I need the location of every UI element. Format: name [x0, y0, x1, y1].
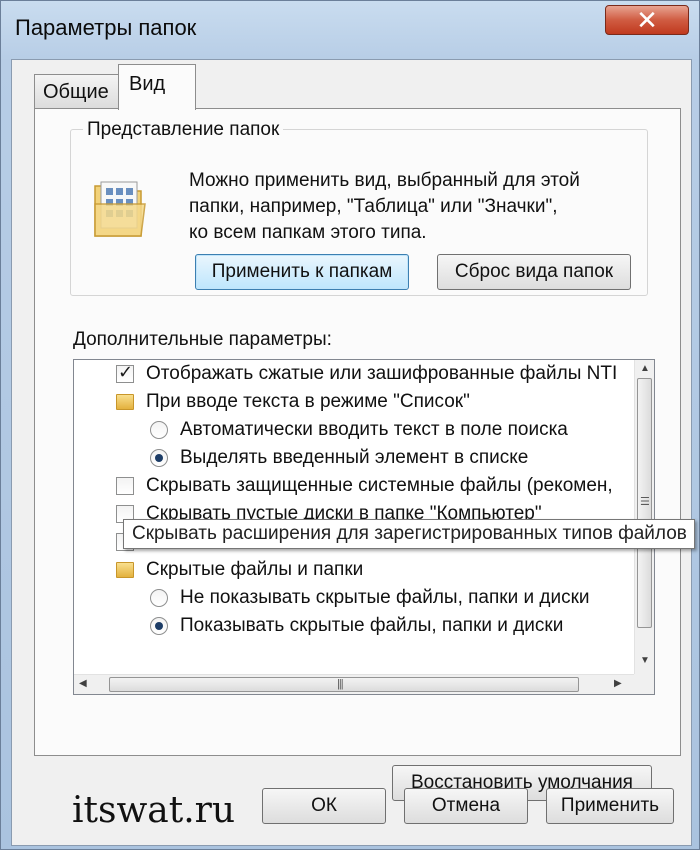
list-group-header: Скрытые файлы и папки — [116, 556, 363, 584]
scroll-right-icon[interactable]: ▶ — [614, 679, 622, 689]
grip-icon: ☰ — [640, 496, 650, 508]
radio-button[interactable] — [150, 449, 168, 467]
horizontal-scroll-thumb[interactable]: ||| — [109, 677, 579, 692]
view-tab-panel: Можно применить вид, выбранный для этой … — [34, 108, 681, 801]
folder-options-window: Параметры папок ✕ Общие Вид Можно примен… — [0, 0, 700, 850]
radio-button[interactable] — [150, 421, 168, 439]
scrollbar-corner — [634, 674, 654, 694]
scroll-left-icon[interactable]: ◀ — [79, 679, 87, 689]
reset-folders-button[interactable]: Сброс вида папок — [437, 254, 631, 290]
grip-icon: ||| — [337, 678, 344, 690]
list-item[interactable]: Выделять введенный элемент в списке — [150, 444, 528, 472]
ok-button[interactable]: ОК — [262, 788, 386, 824]
folder-icon — [116, 562, 134, 578]
horizontal-scrollbar[interactable]: ◀ ||| ▶ — [74, 674, 634, 694]
list-item[interactable]: Скрывать защищенные системные файлы (рек… — [116, 472, 613, 500]
checkbox[interactable] — [116, 477, 134, 495]
dialog-body: Общие Вид Можно применить вид, выбранный… — [11, 59, 692, 846]
watermark-text: itswat.ru — [72, 790, 236, 831]
close-icon: ✕ — [636, 5, 658, 35]
scroll-up-icon[interactable]: ▲ — [640, 364, 650, 374]
window-title: Параметры папок — [15, 15, 197, 40]
scroll-down-icon[interactable]: ▼ — [640, 656, 650, 666]
advanced-settings-label: Дополнительные параметры: — [73, 329, 332, 350]
folder-views-description: Можно применить вид, выбранный для этой … — [189, 168, 609, 246]
folder-views-group: Можно применить вид, выбранный для этой … — [70, 129, 648, 296]
checkbox[interactable] — [116, 362, 134, 383]
list-item[interactable]: Показывать скрытые файлы, папки и диски — [150, 612, 563, 640]
list-item[interactable]: Автоматически вводить текст в поле поиск… — [150, 416, 568, 444]
tab-view[interactable]: Вид — [118, 64, 196, 110]
tooltip: Скрывать расширения для зарегистрированн… — [123, 519, 695, 549]
radio-button[interactable] — [150, 589, 168, 607]
folder-view-icon — [94, 181, 146, 237]
description-line: ко всем папкам этого типа. — [189, 222, 427, 243]
apply-button[interactable]: Применить — [546, 788, 674, 824]
apply-to-folders-button[interactable]: Применить к папкам — [195, 254, 409, 290]
list-item[interactable]: Не показывать скрытые файлы, папки и дис… — [150, 584, 590, 612]
list-item[interactable]: Отображать сжатые или зашифрованные файл… — [116, 360, 617, 388]
tab-general[interactable]: Общие — [34, 74, 120, 108]
list-group-header: При вводе текста в режиме "Список" — [116, 388, 470, 416]
vertical-scroll-thumb[interactable]: ☰ — [637, 378, 652, 628]
close-button[interactable]: ✕ — [605, 5, 689, 35]
radio-button[interactable] — [150, 617, 168, 635]
description-line: папки, например, "Таблица" или "Значки", — [189, 196, 558, 217]
folder-views-group-label: Представление папок — [83, 119, 284, 141]
folder-icon — [116, 394, 134, 410]
cancel-button[interactable]: Отмена — [404, 788, 528, 824]
description-line: Можно применить вид, выбранный для этой — [189, 170, 580, 191]
vertical-scrollbar[interactable]: ▲ ☰ ▼ — [634, 360, 654, 674]
